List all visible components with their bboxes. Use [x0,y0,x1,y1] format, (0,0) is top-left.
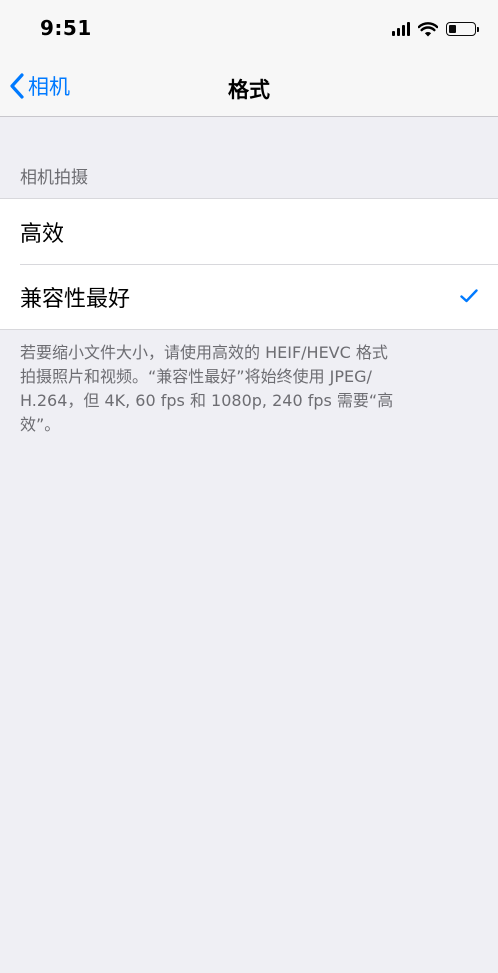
description-line: 效”。 [20,415,61,434]
page-title: 格式 [228,78,270,102]
format-options-list: 高效 兼容性最好 [0,198,498,330]
checkmark-icon [460,289,478,303]
option-label: 高效 [20,221,65,247]
status-icons [392,19,479,39]
description-line: 若要缩小文件大小，请使用高效的 HEIF/HEVC 格式 [20,343,388,362]
wifi-icon [418,21,438,36]
format-description: 若要缩小文件大小，请使用高效的 HEIF/HEVC 格式 拍摄照片和视频。“兼容… [20,341,482,437]
navigation-bar: 相机 格式 [0,56,498,117]
battery-icon [446,22,479,36]
option-label: 兼容性最好 [20,286,131,312]
status-time: 9:51 [40,16,92,40]
status-bar: 9:51 [0,0,498,56]
option-most-compatible[interactable]: 兼容性最好 [0,264,498,329]
description-line: 拍摄照片和视频。“兼容性最好”将始终使用 JPEG/ [20,367,372,386]
option-high-efficiency[interactable]: 高效 [0,199,498,264]
description-line: H.264，但 4K, 60 fps 和 1080p, 240 fps 需要“高 [20,391,394,410]
section-header: 相机拍摄 [20,168,88,188]
cellular-signal-icon [392,22,410,36]
